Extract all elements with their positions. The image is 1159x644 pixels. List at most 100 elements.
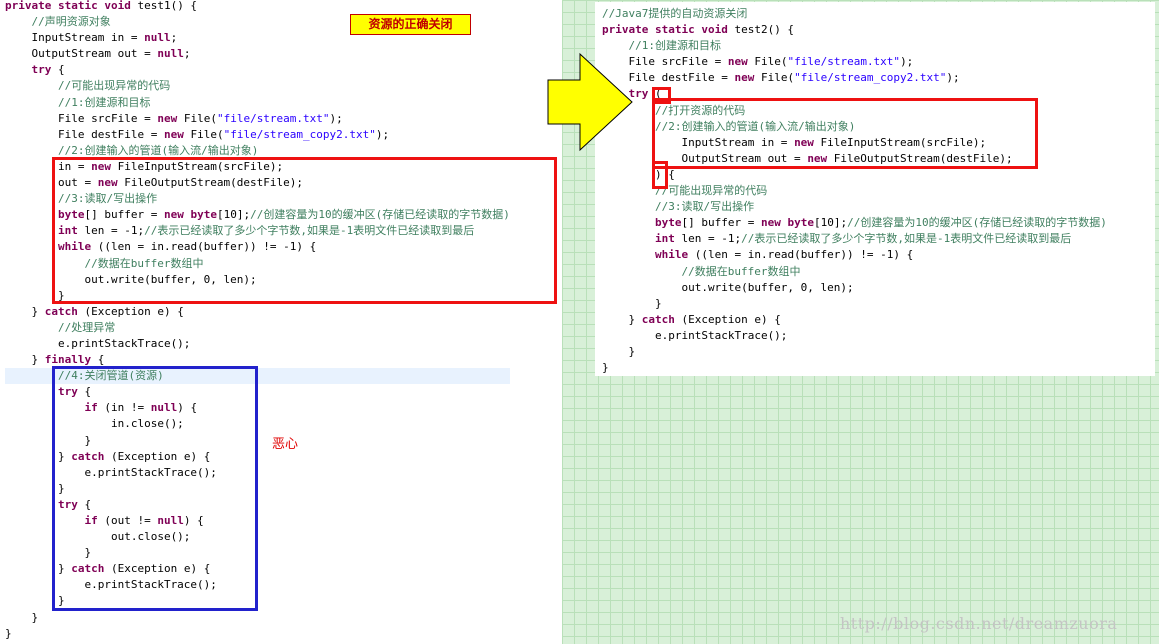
code-line: File destFile = new File("file/stream_co… [602,70,1107,86]
code-token: //可能出现异常的代码 [654,184,768,198]
code-token: [10]; [813,216,848,230]
code-token: { [51,63,65,77]
code-token: ; [183,47,191,61]
code-line: File srcFile = new File("file/stream.txt… [602,54,1107,70]
code-token: //创建容量为10的缓冲区(存储已经读取的字节数据) [847,216,1107,230]
code-line: //1:创建源和目标 [602,38,1107,54]
code-token: new [727,55,748,69]
code-token: (Exception e) { [77,304,184,318]
code-token: //3:读取/写出操作 [654,200,755,214]
code-line: } [602,360,1107,376]
code-token: len = -1; [674,232,742,246]
code-token: [] buffer = [681,216,761,230]
code-line: } [5,610,510,626]
code-line: private static void test1() { [5,0,510,14]
code-token: "file/stream.txt" [216,111,330,125]
code-line: } [602,296,1107,312]
title-badge: 资源的正确关闭 [350,14,471,35]
code-token: File( [177,111,217,125]
code-line: } [602,344,1107,360]
code-token: new [163,127,184,141]
note-label: 恶心 [272,437,299,452]
right-resource-highlight-box [652,98,1038,169]
code-token: null [144,31,171,45]
code-token: int [654,232,675,246]
watermark: http://blog.csdn.net/dreamzuora [840,614,1118,633]
code-line: } catch (Exception e) { [602,312,1107,328]
code-token: ((len = in.read(buffer)) != -1) { [688,248,914,262]
code-line: //3:读取/写出操作 [602,199,1107,215]
code-token: //数据在buffer数组中 [681,264,801,278]
code-token: private static void [602,23,735,37]
code-token: ); [329,111,343,125]
code-token: try [31,63,52,77]
code-token: private static void [5,0,138,12]
code-token: } [602,312,642,326]
code-line: try { [5,62,510,78]
right-code-panel: //Java7提供的自动资源关闭 private static void test… [595,2,1155,376]
code-token: //1:创建源和目标 [57,95,151,109]
code-token: new [734,71,755,85]
code-line: ) { [602,167,1107,183]
code-token: "file/stream_copy2.txt" [223,127,376,141]
code-token: byte [654,216,682,230]
code-token: } [5,610,39,624]
code-line: //1:创建源和目标 [5,95,510,111]
code-token: test1() { [137,0,198,12]
code-token: File( [754,71,795,85]
code-line: byte[] buffer = new byte[10];//创建容量为10的缓… [602,215,1107,231]
code-token: //1:创建源和目标 [628,39,722,53]
code-line: e.printStackTrace(); [602,328,1107,344]
code-token: //处理异常 [57,320,116,334]
code-token: } [5,626,12,640]
code-line: } catch (Exception e) { [5,304,510,320]
code-token: (Exception e) { [674,312,781,326]
code-token: new [157,111,178,125]
code-token: } [602,296,662,310]
code-token: } [5,304,45,318]
code-token: new byte [760,216,814,230]
code-token: while [654,248,689,262]
code-token: ); [900,55,914,69]
code-token: ); [946,71,960,85]
code-token: catch [641,312,675,326]
code-line: private static void test2() { [602,22,1107,38]
code-token: //声明资源对象 [31,15,111,29]
code-token: ; [170,31,178,45]
left-finally-highlight-box [52,366,258,611]
code-token: out.write(buffer, 0, len); [602,280,854,294]
code-line: e.printStackTrace(); [5,336,510,352]
code-token: //2:创建输入的管道(输入流/输出对象) [57,143,259,157]
right-close-paren-box [652,161,668,189]
code-token: catch [44,304,78,318]
code-token: null [157,47,184,61]
right-code-block: //Java7提供的自动资源关闭 private static void test… [602,6,1107,376]
code-token: //表示已经读取了多少个字节数,如果是-1表明文件已经读取到最后 [741,232,1072,246]
code-line: //数据在buffer数组中 [602,264,1107,280]
code-token: "file/stream_copy2.txt" [794,71,947,85]
yellow-arrow-icon [547,52,633,152]
code-line: OutputStream out = null; [5,46,510,62]
code-line: //Java7提供的自动资源关闭 [602,6,1107,22]
code-token: } [602,361,609,375]
code-token: InputStream in = [5,31,145,45]
code-token: File( [183,127,224,141]
code-line: } [5,626,510,642]
code-token: File srcFile = [5,111,158,125]
code-token: //可能出现异常的代码 [57,79,171,93]
